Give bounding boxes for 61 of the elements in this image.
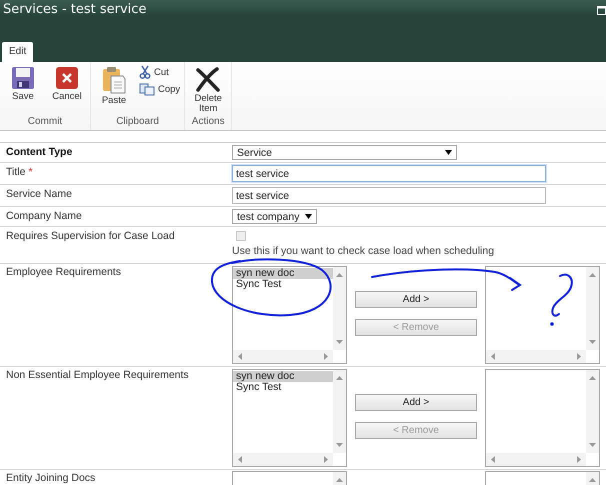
group-label: Commit bbox=[26, 116, 64, 129]
ribbon-tab[interactable]: Edit bbox=[2, 42, 34, 62]
field-label: Content Type bbox=[6, 146, 72, 158]
field-label: Entity Joining Docs bbox=[6, 472, 96, 484]
scroll-up-icon[interactable] bbox=[336, 273, 343, 277]
delete-button[interactable]: Delete Item bbox=[187, 66, 230, 114]
scroll-up-icon[interactable] bbox=[589, 273, 596, 277]
dropdown[interactable]: test company bbox=[232, 209, 318, 224]
add-button[interactable]: Add > bbox=[355, 291, 477, 308]
scroll-down-icon[interactable] bbox=[336, 443, 343, 447]
scroll-right-icon[interactable] bbox=[324, 456, 328, 463]
scroll-up-icon[interactable] bbox=[336, 376, 343, 380]
list-box[interactable]: syn new doc Sync Test bbox=[232, 369, 347, 467]
scroll-left-icon[interactable] bbox=[491, 456, 495, 463]
scroll-up-icon[interactable] bbox=[589, 478, 596, 482]
cross-icon bbox=[195, 66, 222, 92]
scroll-left-icon[interactable] bbox=[238, 456, 242, 463]
group-label: Actions bbox=[190, 116, 226, 129]
text-field[interactable]: test service bbox=[232, 187, 546, 204]
copy-button[interactable]: Copy bbox=[137, 82, 182, 97]
list-box[interactable]: syn new doc Sync Test bbox=[232, 266, 347, 364]
list-item[interactable]: Sync Test bbox=[233, 382, 337, 393]
field-label: Company Name bbox=[6, 210, 82, 222]
cancel-button[interactable]: Cancel bbox=[46, 66, 88, 102]
hint-text: Use this if you want to check case load when scheduling bbox=[232, 244, 496, 259]
field-label: Non Essential Employee Requirements bbox=[6, 369, 189, 381]
maximize-icon[interactable] bbox=[597, 6, 606, 15]
save-button[interactable]: Save bbox=[2, 66, 44, 102]
dropdown-arrow-icon bbox=[305, 214, 312, 219]
scroll-up-icon[interactable] bbox=[336, 478, 343, 482]
scroll-right-icon[interactable] bbox=[577, 456, 581, 463]
required-asterisk: * bbox=[28, 166, 33, 178]
copy-icon bbox=[139, 83, 155, 96]
scroll-right-icon[interactable] bbox=[577, 353, 581, 360]
scroll-left-icon[interactable] bbox=[491, 353, 495, 360]
clipboard-icon bbox=[102, 66, 126, 94]
scroll-up-icon[interactable] bbox=[589, 376, 596, 380]
list-item[interactable]: Sync Test bbox=[233, 279, 337, 290]
scroll-down-icon[interactable] bbox=[336, 340, 343, 344]
add-button[interactable]: Add > bbox=[355, 394, 477, 411]
cut-button[interactable]: Cut bbox=[137, 64, 182, 80]
scroll-down-icon[interactable] bbox=[589, 340, 596, 344]
list-box[interactable] bbox=[485, 369, 600, 467]
dropdown[interactable]: Service bbox=[232, 145, 457, 160]
scroll-down-icon[interactable] bbox=[589, 443, 596, 447]
field-label: Requires Supervision for Case Load bbox=[6, 230, 175, 242]
ink-question-mark-drawing bbox=[550, 274, 573, 326]
group-label: Clipboard bbox=[115, 116, 160, 129]
field-label: Service Name bbox=[6, 188, 72, 200]
text-field[interactable]: test service bbox=[232, 165, 546, 182]
window-title: Services - test service bbox=[3, 2, 146, 17]
scroll-left-icon[interactable] bbox=[238, 353, 242, 360]
dropdown-arrow-icon bbox=[445, 150, 452, 155]
scroll-right-icon[interactable] bbox=[324, 353, 328, 360]
paste-button[interactable]: Paste bbox=[93, 66, 135, 106]
cancel-icon bbox=[55, 66, 79, 90]
list-box[interactable] bbox=[485, 266, 600, 364]
field-label: Employee Requirements bbox=[6, 266, 121, 278]
field-label: Title bbox=[6, 166, 26, 178]
checkbox[interactable] bbox=[236, 231, 246, 241]
scissors-icon bbox=[139, 65, 151, 79]
